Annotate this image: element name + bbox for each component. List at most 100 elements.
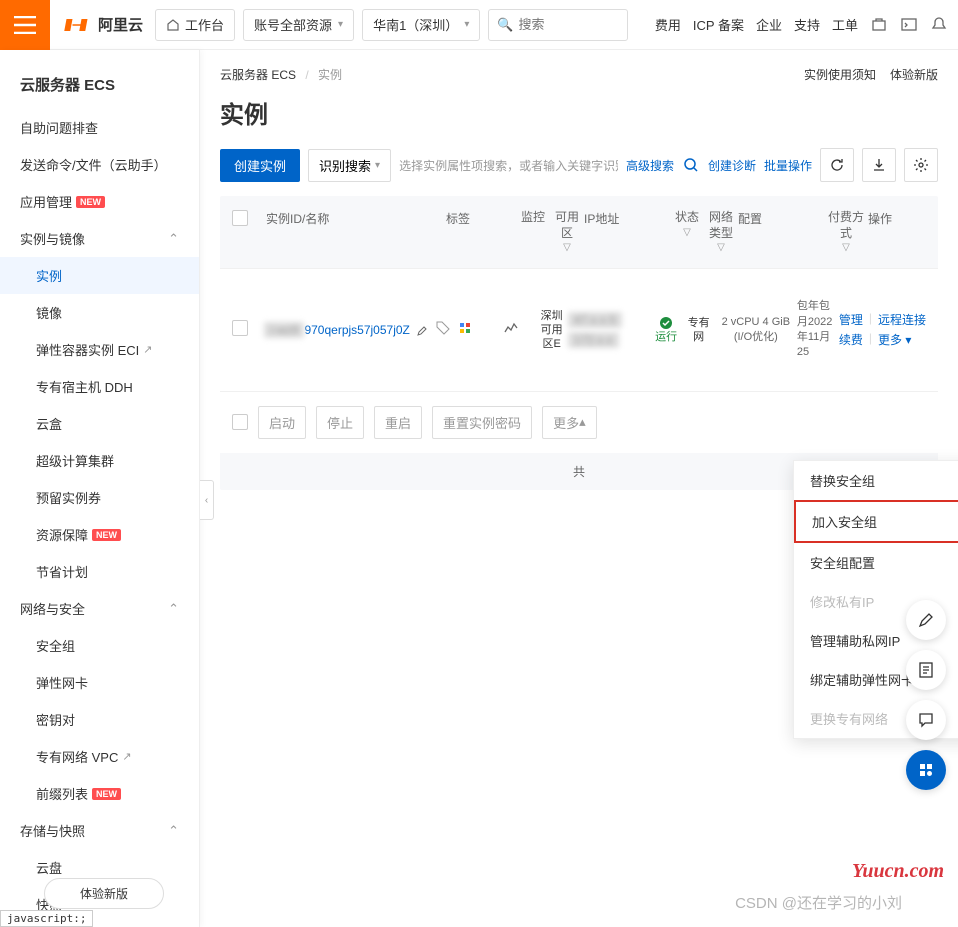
cell-ops: 管理|远程连接 续费|更多 ▾ — [839, 311, 926, 348]
manage-link[interactable]: 管理 — [839, 311, 863, 328]
recognize-search-button[interactable]: 识别搜索▾ — [308, 149, 391, 182]
filter-icon[interactable]: ▽ — [717, 241, 725, 254]
renew-link[interactable]: 续费 — [839, 331, 863, 348]
sidebar-group-network-security[interactable]: 网络与安全⌃ — [0, 590, 199, 627]
advanced-search-link[interactable]: 高级搜索 — [626, 157, 674, 174]
sidebar-item-vpc[interactable]: 专有网络 VPC↗ — [0, 738, 199, 775]
cart-icon[interactable] — [870, 16, 888, 34]
account-scope-dropdown[interactable]: 账号全部资源▾ — [243, 9, 354, 41]
cell-monitor[interactable] — [503, 320, 535, 339]
cell-zone: 深圳可用区E — [535, 309, 567, 352]
logo[interactable]: 阿里云 — [62, 14, 143, 36]
restart-button[interactable]: 重启 — [374, 406, 422, 439]
table-header: 实例ID/名称 标签 监控 可用区▽ IP地址 状态▽ 网络类型▽ 配置 付费方… — [220, 196, 938, 268]
terminal-icon[interactable] — [900, 16, 918, 34]
sidebar-item-image[interactable]: 镜像 — [0, 294, 199, 331]
th-zone[interactable]: 可用区▽ — [550, 210, 584, 254]
th-status[interactable]: 状态▽ — [670, 210, 704, 239]
th-id[interactable]: 实例ID/名称 — [266, 210, 446, 227]
reset-password-button[interactable]: 重置实例密码 — [432, 406, 532, 439]
th-config[interactable]: 配置 — [738, 210, 824, 227]
breadcrumb-root[interactable]: 云服务器 ECS — [220, 68, 296, 82]
sidebar-item-prefixlist[interactable]: 前缀列表NEW — [0, 775, 199, 812]
new-badge: NEW — [92, 529, 121, 541]
th-ip[interactable]: IP地址 — [584, 210, 670, 227]
hamburger-menu-button[interactable] — [0, 0, 50, 50]
new-version-float-button[interactable]: 体验新版 — [44, 878, 164, 909]
sidebar-group-storage-snapshot[interactable]: 存储与快照⌃ — [0, 812, 199, 849]
mi-secgroup-config[interactable]: 安全组配置 — [794, 543, 958, 582]
sidebar-item-secgroup[interactable]: 安全组 — [0, 627, 199, 664]
settings-button[interactable] — [904, 148, 938, 182]
check-circle-icon — [659, 316, 673, 330]
monitor-icon — [503, 320, 519, 336]
hdr-link-fee[interactable]: 费用 — [655, 15, 681, 34]
row-checkbox[interactable] — [232, 320, 248, 336]
search-input[interactable] — [519, 17, 620, 32]
puzzle-icon[interactable] — [458, 321, 472, 335]
chevron-up-icon: ⌃ — [168, 601, 179, 617]
region-dropdown[interactable]: 华南1（深圳）▾ — [362, 9, 480, 41]
sidebar-item-ddh[interactable]: 专有宿主机 DDH — [0, 368, 199, 405]
tag-icon[interactable] — [436, 321, 450, 335]
sidebar-item-eci[interactable]: 弹性容器实例 ECI↗ — [0, 331, 199, 368]
workspace-button[interactable]: 工作台 — [155, 9, 235, 41]
sidebar-item-eni[interactable]: 弹性网卡 — [0, 664, 199, 701]
th-monitor[interactable]: 监控 — [516, 210, 550, 226]
bottom-action-bar: 启动 停止 重启 重置实例密码 更多▴ — [220, 391, 938, 453]
edit-icon[interactable] — [416, 325, 428, 337]
mi-replace-secgroup[interactable]: 替换安全组 — [794, 461, 958, 500]
float-edit-button[interactable] — [906, 600, 946, 640]
th-pay[interactable]: 付费方式▽ — [824, 210, 868, 254]
sidebar-item-keypair[interactable]: 密钥对 — [0, 701, 199, 738]
sidebar-collapse-handle[interactable]: ‹ — [200, 480, 214, 520]
sidebar-item-sendcmd[interactable]: 发送命令/文件（云助手） — [0, 146, 199, 183]
search-icon: 🔍 — [497, 17, 513, 33]
th-tag[interactable]: 标签 — [446, 210, 516, 227]
browser-status-link: javascript:; — [0, 910, 93, 927]
sidebar-item-scc[interactable]: 超级计算集群 — [0, 442, 199, 479]
create-diagnosis-link[interactable]: 创建诊断 — [708, 157, 756, 174]
row-more-dropdown[interactable]: 更多 ▾ — [878, 331, 911, 348]
search-icon[interactable] — [682, 156, 700, 174]
mi-join-secgroup[interactable]: 加入安全组 — [794, 500, 958, 543]
filter-icon[interactable]: ▽ — [563, 241, 571, 254]
remote-link[interactable]: 远程连接 — [878, 311, 926, 328]
cell-tag[interactable] — [436, 321, 503, 338]
hdr-link-support[interactable]: 支持 — [794, 15, 820, 34]
external-icon: ↗ — [143, 343, 152, 356]
refresh-button[interactable] — [820, 148, 854, 182]
start-button[interactable]: 启动 — [258, 406, 306, 439]
create-instance-button[interactable]: 创建实例 — [220, 149, 300, 182]
sidebar-item-resource-assure[interactable]: 资源保障NEW — [0, 516, 199, 553]
bell-icon[interactable] — [930, 16, 948, 34]
filter-icon[interactable]: ▽ — [683, 226, 691, 239]
hdr-link-icp[interactable]: ICP 备案 — [693, 15, 744, 34]
sidebar-item-appmgmt[interactable]: 应用管理NEW — [0, 183, 199, 220]
batch-ops-link[interactable]: 批量操作 — [764, 157, 812, 174]
filter-icon[interactable]: ▽ — [842, 241, 850, 254]
global-search[interactable]: 🔍 — [488, 9, 628, 41]
more-button[interactable]: 更多▴ — [542, 406, 597, 439]
sidebar-group-instance-image[interactable]: 实例与镜像⌃ — [0, 220, 199, 257]
sidebar-item-selfhelp[interactable]: 自助问题排查 — [0, 109, 199, 146]
hdr-link-ticket[interactable]: 工单 — [832, 15, 858, 34]
float-apps-button[interactable] — [906, 750, 946, 790]
sidebar-item-cloudbox[interactable]: 云盒 — [0, 405, 199, 442]
float-docs-button[interactable] — [906, 650, 946, 690]
instance-usage-notice-link[interactable]: 实例使用须知 — [804, 66, 876, 83]
th-net[interactable]: 网络类型▽ — [704, 210, 738, 254]
hdr-link-ent[interactable]: 企业 — [756, 15, 782, 34]
stop-button[interactable]: 停止 — [316, 406, 364, 439]
try-new-version-link[interactable]: 体验新版 — [890, 66, 938, 83]
cell-ip: 47.x.x.5172.x.x — [568, 312, 650, 348]
cell-id[interactable]: i-wz9970qerpjs57j057j0Z — [264, 322, 436, 338]
sidebar-item-instance[interactable]: 实例 — [0, 257, 199, 294]
chevron-down-icon: ▾ — [375, 160, 380, 171]
sidebar-item-savings[interactable]: 节省计划 — [0, 553, 199, 590]
select-all-bottom-checkbox[interactable] — [232, 414, 248, 430]
select-all-checkbox[interactable] — [232, 210, 248, 226]
sidebar-item-reserved[interactable]: 预留实例券 — [0, 479, 199, 516]
float-chat-button[interactable] — [906, 700, 946, 740]
download-button[interactable] — [862, 148, 896, 182]
